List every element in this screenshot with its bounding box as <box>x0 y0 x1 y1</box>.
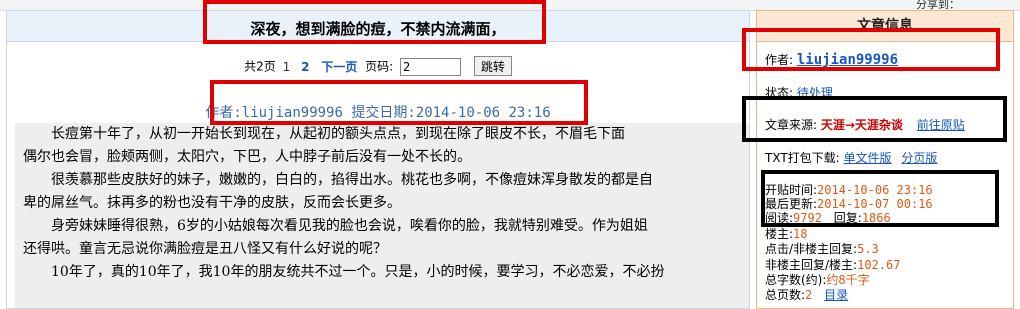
paragraph-line: 还得哄。童言无忌说你满脸痘是丑八怪又有什么好说的呢？ <box>23 241 387 257</box>
goto-button[interactable]: 跳转 <box>473 56 512 76</box>
red-highlight-box <box>210 80 588 125</box>
pages-value: 2 <box>805 288 813 302</box>
page-total: 共2页 <box>244 59 276 74</box>
next-page-link[interactable]: 下一页 <box>321 60 357 74</box>
floor-label: 楼主: <box>765 227 794 241</box>
paragraph-line: 偶尔也会冒，脸颊两侧，太阳穴，下巴，人中脖子前后没有一处不长的。 <box>23 149 471 165</box>
red-highlight-box <box>203 0 546 44</box>
txt-label: TXT打包下载: <box>765 151 840 165</box>
nonfloor-value: 102.67 <box>857 258 901 272</box>
click-value: 5.3 <box>857 242 879 256</box>
toc-link[interactable]: 目录 <box>824 288 848 302</box>
goto-label: 页码: <box>365 59 394 74</box>
pages-label: 总页数: <box>765 288 806 302</box>
txt-single-link[interactable]: 单文件版 <box>844 151 892 165</box>
page-1: 1 <box>282 59 291 74</box>
paragraph-line: 很羡慕那些皮肤好的妹子，嫩嫩的，白白的，掐得出水。桃花也多啊，不像痘妹浑身散发的… <box>23 172 653 188</box>
txt-paged-link[interactable]: 分页版 <box>901 151 937 165</box>
words-label: 总字数(约): <box>765 273 827 287</box>
paragraph-line: 10年了，真的10年了，我10年的朋友统共不过一个。只是，小的时候，要学习，不必… <box>23 264 665 280</box>
black-highlight-box <box>742 96 1007 142</box>
floor-value: 18 <box>793 227 808 241</box>
pager: 共2页 1 2 下一页 页码: 跳转 <box>7 56 749 76</box>
words-value: 约8千字 <box>826 273 870 287</box>
page-2-link[interactable]: 2 <box>301 60 309 74</box>
red-highlight-box <box>742 28 1000 71</box>
article-panel: 深夜，想到满脸的痘，不禁内流满面， 共2页 1 2 下一页 页码: 跳转 作者:… <box>6 10 750 309</box>
txt-row: TXT打包下载: 单文件版 分页版 <box>765 149 937 166</box>
paragraph-line: 卑的屌丝气。抹再多的粉也没有干净的皮肤，反而会长更多。 <box>23 195 401 211</box>
nonfloor-label: 非楼主回复/楼主: <box>765 258 858 272</box>
black-highlight-box <box>761 170 999 227</box>
article-content: 长痘第十年了，从初一开始长到现在，从起初的额头点点，到现在除了眼皮不长，不眉毛下… <box>15 123 749 308</box>
paragraph-line: 身旁妹妹睡得很熟，6岁的小姑娘每次看见我的脸也会说，唉看你的脸，我就特别难受。作… <box>23 218 648 234</box>
pages-row: 总页数:2 目录 <box>765 286 848 303</box>
paragraph-line: 长痘第十年了，从初一开始长到现在，从起初的额头点点，到现在除了眼皮不长，不眉毛下… <box>23 126 625 142</box>
click-row: 点击/非楼主回复:5.3 <box>765 240 879 257</box>
page-number-input[interactable] <box>400 57 461 76</box>
click-label: 点击/非楼主回复: <box>765 242 858 256</box>
